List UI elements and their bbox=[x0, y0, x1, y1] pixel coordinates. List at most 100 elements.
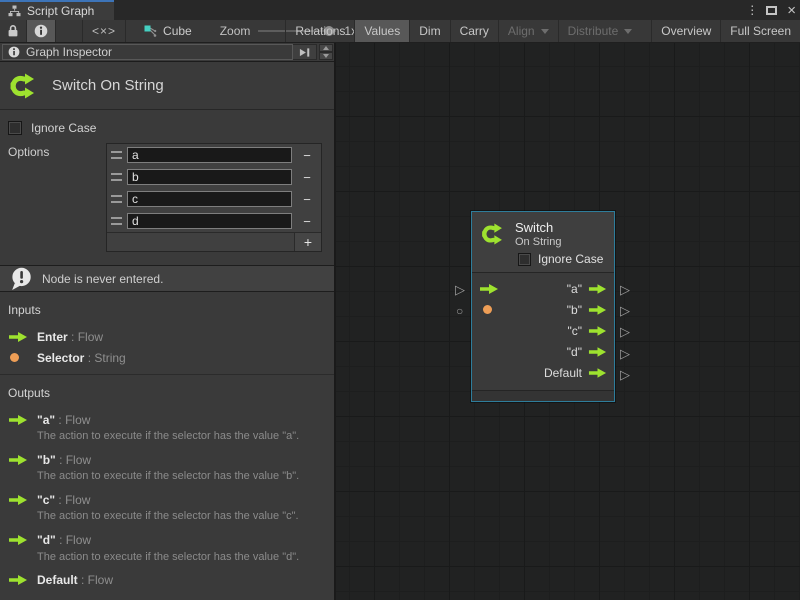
code-preview-button[interactable]: <×> bbox=[82, 20, 126, 42]
port-label: "c" bbox=[567, 324, 582, 338]
graph-owner-label: Cube bbox=[163, 24, 192, 38]
node-port-row: Default bbox=[472, 362, 614, 383]
enter-port-icon[interactable] bbox=[479, 283, 499, 295]
window-menu-icon[interactable]: ⋮ bbox=[746, 3, 756, 17]
output-desc: The action to execute if the selector ha… bbox=[37, 430, 326, 443]
inspector-toggle-button[interactable] bbox=[27, 20, 56, 42]
values-button[interactable]: Values bbox=[354, 20, 409, 42]
node-port-row: "c" bbox=[472, 320, 614, 341]
page-title: Switch On String bbox=[52, 77, 164, 94]
value-input-connector-icon[interactable]: ○ bbox=[456, 305, 463, 317]
output-port-icon[interactable] bbox=[588, 304, 607, 316]
inputs-header: Inputs bbox=[8, 303, 326, 317]
flow-output-connector-icon[interactable]: ▷ bbox=[620, 304, 630, 317]
full-screen-button[interactable]: Full Screen bbox=[720, 20, 800, 42]
relations-button[interactable]: Relations bbox=[285, 20, 354, 42]
drag-handle-icon[interactable] bbox=[111, 151, 122, 159]
options-label: Options bbox=[8, 143, 106, 252]
list-item: − bbox=[107, 144, 321, 166]
dock-panel-button[interactable] bbox=[293, 44, 317, 60]
triangle-up-icon bbox=[323, 46, 329, 50]
warning-text: Node is never entered. bbox=[42, 272, 163, 286]
selector-port-icon[interactable] bbox=[483, 305, 492, 314]
switch-on-string-icon bbox=[8, 69, 40, 103]
node-port-row: "a" bbox=[472, 278, 614, 299]
node-header[interactable]: Switch On String Ignore Case bbox=[472, 212, 614, 273]
output-port-icon[interactable] bbox=[588, 346, 607, 358]
node-ignore-case-checkbox[interactable] bbox=[518, 253, 531, 266]
output-port-b: "b" : Flow bbox=[8, 449, 326, 470]
chevron-down-icon bbox=[541, 29, 549, 34]
port-label: "a" bbox=[567, 282, 582, 296]
info-icon bbox=[8, 46, 20, 58]
output-desc: The action to execute if the selector ha… bbox=[37, 470, 326, 483]
warning-banner: Node is never entered. bbox=[0, 265, 334, 292]
option-input-1[interactable] bbox=[127, 169, 292, 185]
output-port-icon[interactable] bbox=[588, 325, 607, 337]
align-dropdown[interactable]: Align bbox=[498, 20, 558, 42]
switch-on-string-node[interactable]: Switch On String Ignore Case "a" bbox=[471, 211, 615, 402]
graph-canvas[interactable]: ▷ ○ bbox=[336, 43, 800, 600]
switch-node-wrap: ▷ ○ bbox=[454, 211, 634, 411]
scroll-down-button[interactable] bbox=[319, 52, 333, 60]
code-icon: <×> bbox=[92, 24, 116, 38]
flow-output-connector-icon[interactable]: ▷ bbox=[620, 325, 630, 338]
triangle-down-icon bbox=[323, 54, 329, 58]
flow-output-connector-icon[interactable]: ▷ bbox=[620, 368, 630, 381]
output-port-a: "a" : Flow bbox=[8, 409, 326, 430]
overview-button[interactable]: Overview bbox=[651, 20, 720, 42]
options-list: − − − − bbox=[106, 143, 322, 252]
graph-tree-icon bbox=[8, 5, 21, 17]
node-port-row: "b" bbox=[472, 299, 614, 320]
remove-option-button[interactable]: − bbox=[297, 214, 317, 229]
drag-handle-icon[interactable] bbox=[111, 217, 122, 225]
window-close-icon[interactable]: × bbox=[787, 3, 796, 18]
info-icon bbox=[34, 24, 48, 38]
window-controls: ⋮ × bbox=[746, 0, 796, 20]
drag-handle-icon[interactable] bbox=[111, 195, 122, 203]
add-option-button[interactable]: + bbox=[294, 233, 321, 251]
inputs-section: Inputs Enter : Flow Selector : String bbox=[0, 292, 334, 374]
ignore-case-checkbox[interactable] bbox=[8, 121, 22, 135]
distribute-dropdown[interactable]: Distribute bbox=[558, 20, 642, 42]
output-port-icon[interactable] bbox=[588, 283, 607, 295]
outputs-section: Outputs "a" : Flow The action to execute… bbox=[0, 375, 334, 597]
remove-option-button[interactable]: − bbox=[297, 148, 317, 163]
option-input-3[interactable] bbox=[127, 213, 292, 229]
flow-output-connector-icon[interactable]: ▷ bbox=[620, 283, 630, 296]
flow-arrow-icon bbox=[8, 494, 28, 506]
tab-script-graph[interactable]: Script Graph bbox=[0, 0, 114, 20]
tab-label: Script Graph bbox=[27, 4, 94, 18]
input-port-selector: Selector : String bbox=[8, 347, 326, 368]
flow-input-connector-icon[interactable]: ▷ bbox=[455, 283, 465, 296]
output-port-c: "c" : Flow bbox=[8, 489, 326, 510]
zoom-label: Zoom bbox=[220, 24, 251, 38]
flow-output-connector-icon[interactable]: ▷ bbox=[620, 347, 630, 360]
graph-inspector-titlebox: Graph Inspector bbox=[2, 44, 293, 60]
node-footer bbox=[472, 390, 614, 401]
scroll-up-button[interactable] bbox=[319, 44, 333, 52]
drag-handle-icon[interactable] bbox=[111, 173, 122, 181]
dim-button[interactable]: Dim bbox=[409, 20, 449, 42]
graph-inspector-panel: Graph Inspector bbox=[0, 43, 336, 600]
flow-arrow-icon bbox=[8, 331, 28, 343]
graph-inspector-header: Graph Inspector bbox=[0, 43, 334, 62]
option-input-2[interactable] bbox=[127, 191, 292, 207]
option-input-0[interactable] bbox=[127, 147, 292, 163]
port-label: "b" bbox=[567, 303, 582, 317]
remove-option-button[interactable]: − bbox=[297, 170, 317, 185]
input-port-enter: Enter : Flow bbox=[8, 326, 326, 347]
carry-button[interactable]: Carry bbox=[450, 20, 498, 42]
output-port-d: "d" : Flow bbox=[8, 530, 326, 551]
list-item: − bbox=[107, 210, 321, 232]
lock-button[interactable] bbox=[0, 20, 27, 42]
output-port-default: Default : Flow bbox=[8, 570, 326, 591]
window-maximize-icon[interactable] bbox=[766, 6, 777, 15]
node-subtitle: On String bbox=[515, 236, 561, 248]
ignore-case-label: Ignore Case bbox=[31, 121, 96, 135]
node-body: "a" "b" "c" bbox=[472, 273, 614, 387]
output-port-icon[interactable] bbox=[588, 367, 607, 379]
remove-option-button[interactable]: − bbox=[297, 192, 317, 207]
panel-scroll-buttons bbox=[319, 44, 333, 60]
port-label: "d" bbox=[567, 345, 582, 359]
